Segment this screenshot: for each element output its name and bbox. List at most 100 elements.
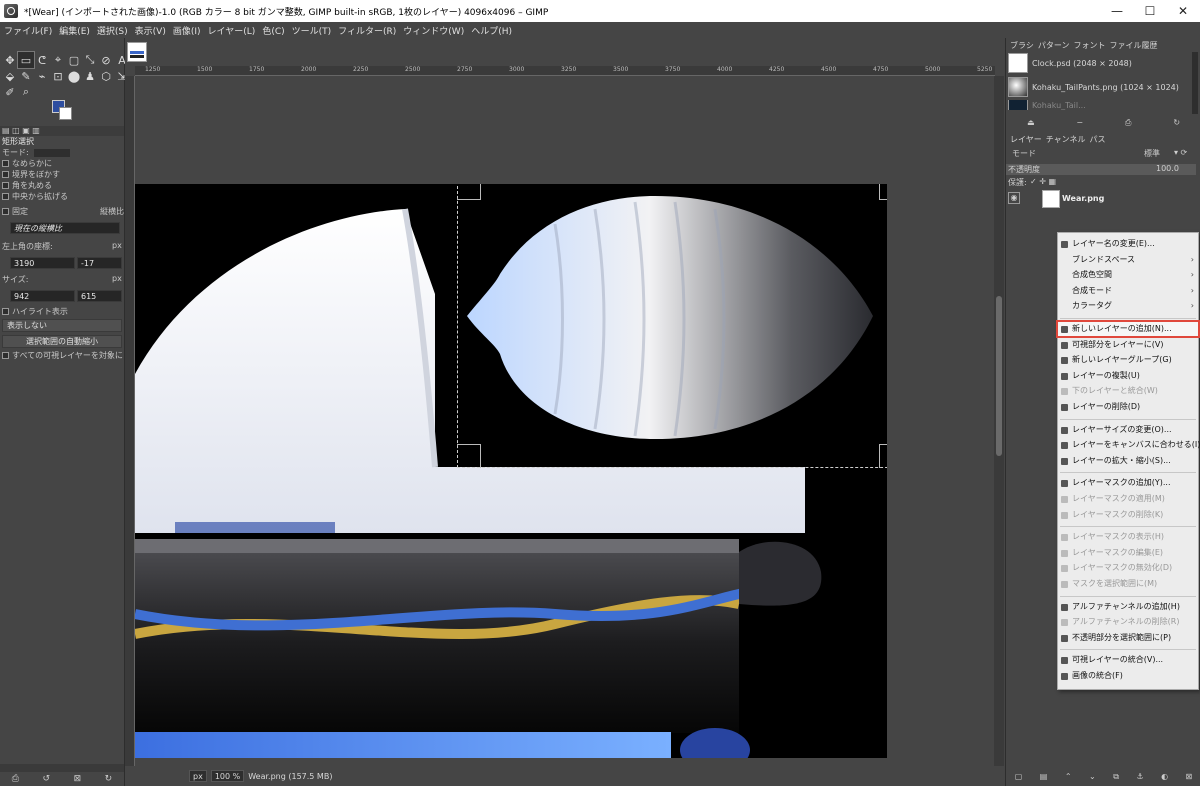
context-menu-item[interactable]: ブレンドスペース › — [1058, 253, 1198, 267]
tool-icon-1-2[interactable]: ⌁ — [34, 68, 50, 84]
image-list-item[interactable]: Kohaku_Tail... — [1006, 100, 1194, 110]
menu-2[interactable]: 選択(S) — [97, 24, 128, 37]
minus-icon[interactable]: − — [1076, 118, 1083, 130]
antialias-option[interactable]: なめらかに — [2, 158, 52, 169]
shrink-merged-option[interactable]: すべての可視レイヤーを対象に — [2, 350, 123, 361]
highlight-checkbox[interactable] — [2, 308, 9, 315]
rectangle-selection[interactable] — [457, 184, 887, 468]
raise-layer-icon[interactable]: ⌃ — [1065, 772, 1072, 786]
menu-0[interactable]: ファイル(F) — [4, 24, 52, 37]
tool-icon-0-3[interactable]: ⌖ — [50, 52, 66, 68]
print-icon[interactable]: ⎙ — [1125, 118, 1131, 130]
context-menu-item[interactable]: アルファチャンネルの追加(H) — [1058, 600, 1198, 614]
context-menu-item[interactable]: 可視レイヤーの統合(V)... — [1058, 653, 1198, 667]
position-unit[interactable]: px — [112, 241, 122, 250]
menu-3[interactable]: 表示(V) — [135, 24, 166, 37]
delete-options-icon[interactable]: ⊠ — [74, 774, 82, 784]
context-menu-item[interactable]: レイヤーマスクの追加(Y)... — [1058, 476, 1198, 490]
opacity-row[interactable]: 不透明度 100.0 — [1006, 164, 1196, 175]
horizontal-ruler[interactable]: 1250 1500 1750 2000 2250 2500 2750 3000 3250 3500… — [135, 66, 995, 76]
fixed-type[interactable]: 縦横比 — [100, 206, 124, 217]
tool-icon-1-3[interactable]: ⊡ — [50, 68, 66, 84]
context-menu-item[interactable]: 新しいレイヤーの追加(N)... — [1056, 320, 1200, 338]
menu-5[interactable]: レイヤー(L) — [208, 24, 256, 37]
tool-icon-1-6[interactable]: ⬡ — [98, 68, 114, 84]
tool-icon-1-1[interactable]: ✎ — [18, 68, 34, 84]
image-list-item[interactable]: Clock.psd (2048 × 2048) — [1006, 52, 1194, 74]
dock-tab-1[interactable]: パターン — [1038, 40, 1070, 50]
menu-7[interactable]: ツール(T) — [292, 24, 332, 37]
menu-4[interactable]: 画像(I) — [173, 24, 201, 37]
mode-options-icon[interactable]: ▾ ⟳ — [1174, 148, 1187, 157]
antialias-checkbox[interactable] — [2, 160, 9, 167]
image-list-scrollbar[interactable] — [1192, 52, 1198, 114]
visibility-eye-icon[interactable]: ◉ — [1008, 192, 1020, 204]
image-tab-thumbnail[interactable] — [127, 42, 147, 62]
position-x-field[interactable]: 3190 — [10, 257, 75, 269]
new-group-icon[interactable]: ▤ — [1040, 772, 1048, 786]
layers-tab-1[interactable]: チャンネル — [1046, 134, 1086, 144]
menu-8[interactable]: フィルター(R) — [338, 24, 396, 37]
maximize-button[interactable]: ☐ — [1133, 0, 1167, 22]
menu-6[interactable]: 色(C) — [262, 24, 284, 37]
shrink-merged-checkbox[interactable] — [2, 352, 9, 359]
unit-select[interactable]: px — [189, 770, 207, 782]
refresh-icon[interactable]: ↻ — [1173, 118, 1180, 130]
size-height-field[interactable]: 615 — [77, 290, 122, 302]
autoshrink-button[interactable]: 選択範囲の自動縮小 — [2, 335, 122, 348]
tool-icon-0-0[interactable]: ✥ — [2, 52, 18, 68]
tool-icon-0-2[interactable]: ᕦ — [34, 52, 50, 68]
menu-9[interactable]: ウィンドウ(W) — [403, 24, 464, 37]
mode-buttons[interactable] — [34, 148, 71, 157]
tool-icon-0-4[interactable]: ▢ — [66, 52, 82, 68]
tool-icon-0-1[interactable]: ▭ — [17, 51, 35, 69]
dock-tab-2[interactable]: フォント — [1073, 40, 1105, 50]
raise-icon[interactable]: ⏏ — [1027, 118, 1035, 130]
layers-tab-2[interactable]: パス — [1090, 134, 1106, 144]
tool-icon-0-5[interactable]: ⤡ — [82, 52, 98, 68]
context-menu-item[interactable]: レイヤーサイズの変更(O)... — [1058, 423, 1198, 437]
menu-1[interactable]: 編集(E) — [59, 24, 90, 37]
layer-row[interactable]: ◉ Wear.png — [1006, 190, 1196, 210]
expand-center-checkbox[interactable] — [2, 193, 9, 200]
tool-icon-0-6[interactable]: ⊘ — [98, 52, 114, 68]
anchor-icon[interactable]: ⚓ — [1136, 772, 1143, 786]
guides-select[interactable]: 表示しない — [2, 319, 122, 332]
fixed-value-field[interactable]: 現在の縦横比 — [10, 222, 120, 234]
zoom-select[interactable]: 100 % — [210, 770, 245, 782]
save-options-icon[interactable]: ⎙ — [12, 774, 19, 784]
tool-icon-1-5[interactable]: ♟ — [82, 68, 98, 84]
fg-bg-color-swatch[interactable] — [52, 100, 74, 122]
opacity-value[interactable]: 100.0 — [1156, 164, 1179, 173]
fixed-checkbox[interactable] — [2, 208, 9, 215]
context-menu-item[interactable]: 新しいレイヤーグループ(G) — [1058, 353, 1198, 367]
selection-handle-top-left[interactable] — [457, 184, 481, 200]
feather-checkbox[interactable] — [2, 171, 9, 178]
size-width-field[interactable]: 942 — [10, 290, 75, 302]
vertical-scrollbar[interactable] — [994, 76, 1004, 766]
reset-options-icon[interactable]: ↻ — [105, 774, 113, 784]
context-menu-item[interactable]: レイヤー名の変更(E)... — [1058, 237, 1198, 251]
context-menu-item[interactable]: 合成色空間 › — [1058, 268, 1198, 282]
tool-icon-2-1[interactable]: ⌕ — [18, 84, 34, 100]
context-menu-item[interactable]: カラータグ › — [1058, 299, 1198, 313]
context-menu-item[interactable]: 画像の統合(F) — [1058, 669, 1198, 683]
lower-layer-icon[interactable]: ⌄ — [1089, 772, 1096, 786]
close-button[interactable]: ✕ — [1166, 0, 1200, 22]
context-menu-item[interactable]: レイヤーの拡大・縮小(S)... — [1058, 454, 1198, 468]
vertical-ruler[interactable] — [125, 76, 135, 766]
rounded-checkbox[interactable] — [2, 182, 9, 189]
image-canvas[interactable] — [135, 184, 887, 758]
layer-mode-select[interactable]: 標準 — [1144, 148, 1160, 159]
rounded-option[interactable]: 角を丸める — [2, 180, 52, 191]
context-menu-item[interactable]: 可視部分をレイヤーに(V) — [1058, 338, 1198, 352]
selection-handle-bottom-right[interactable] — [879, 444, 887, 468]
highlight-option[interactable]: ハイライト表示 — [2, 306, 68, 317]
tool-icon-2-0[interactable]: ✐ — [2, 84, 18, 100]
delete-layer-icon[interactable]: ⊠ — [1186, 772, 1193, 786]
image-list-item[interactable]: Kohaku_TailPants.png (1024 × 1024) — [1006, 76, 1194, 98]
lock-icons[interactable]: ✓ ✛ ▦ — [1030, 177, 1056, 186]
size-unit[interactable]: px — [112, 274, 122, 283]
dock-tab-0[interactable]: ブラシ — [1010, 40, 1034, 50]
context-menu-item[interactable]: レイヤーの複製(U) — [1058, 369, 1198, 383]
